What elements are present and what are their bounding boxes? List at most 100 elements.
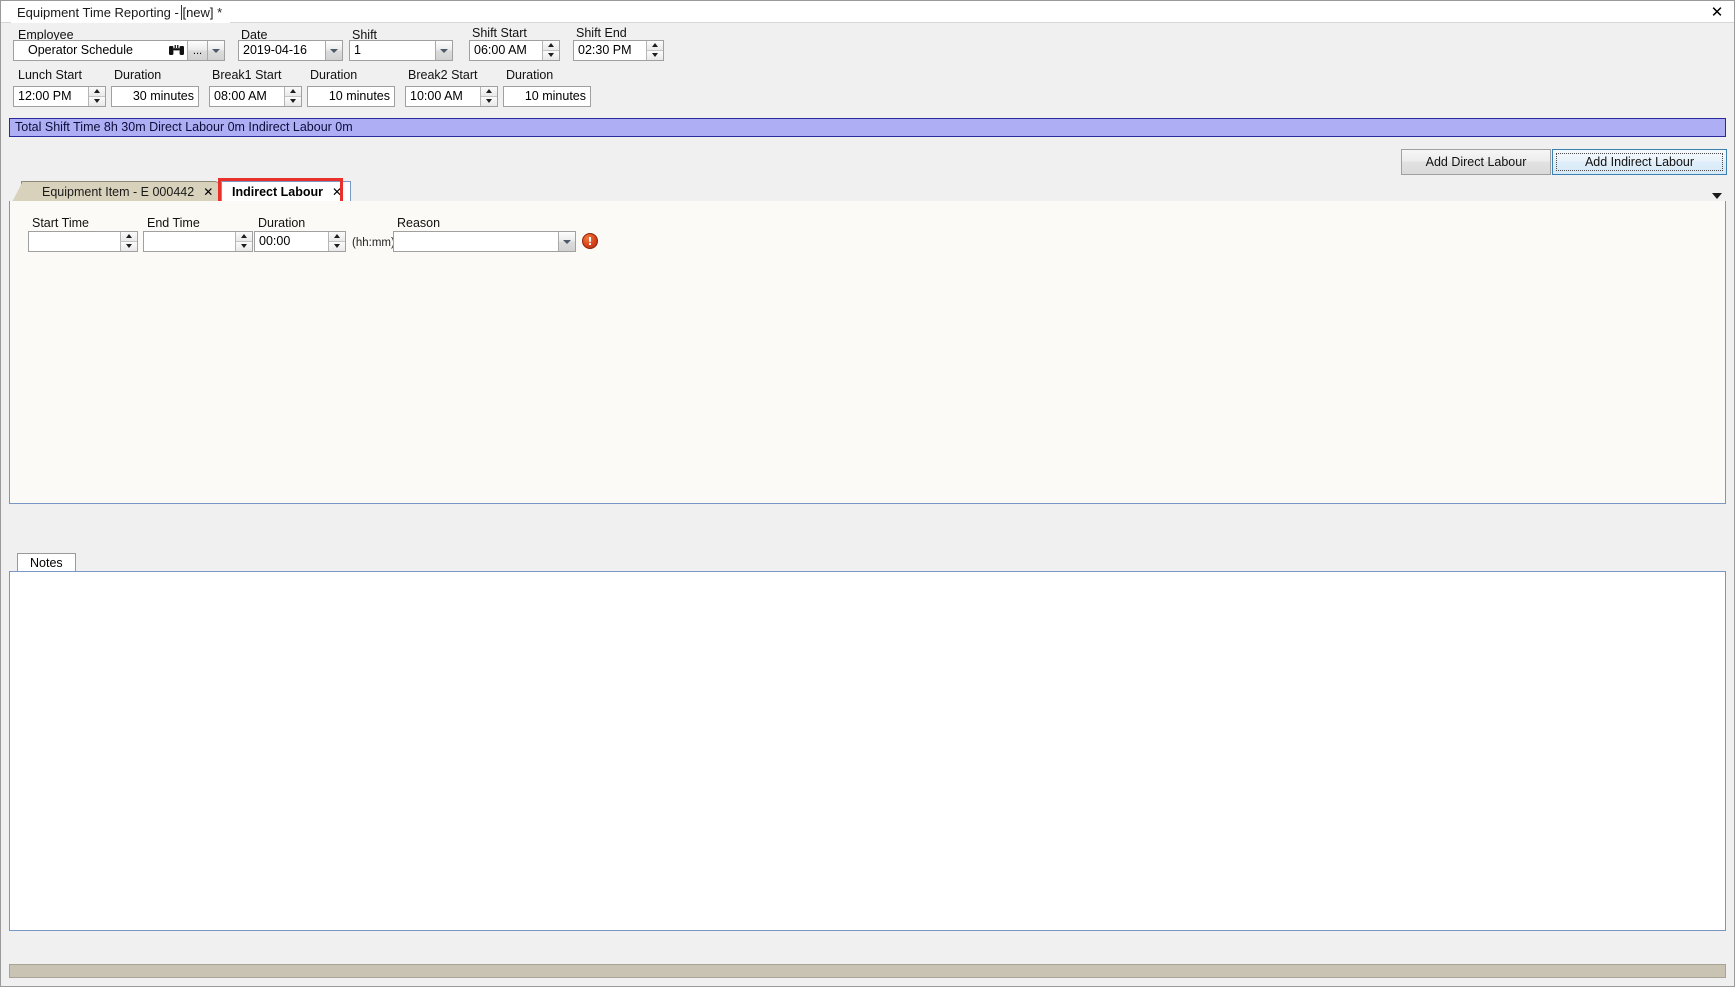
start-time-stepper[interactable] xyxy=(120,232,137,251)
stepper-down[interactable] xyxy=(89,96,105,106)
shift-start-field[interactable]: 06:00 AM xyxy=(469,40,560,61)
stepper-down[interactable] xyxy=(285,96,301,106)
error-exclamation-icon[interactable]: ! xyxy=(582,233,598,249)
duration-label: Duration xyxy=(258,216,306,230)
application-window: Equipment Time Reporting - [new] * ✕ Emp… xyxy=(0,0,1735,987)
caret-down-icon xyxy=(486,99,492,104)
start-time-input[interactable] xyxy=(29,232,120,251)
caret-up-icon xyxy=(126,234,132,239)
lunch-duration-input[interactable]: 30 minutes xyxy=(112,87,198,106)
shift-end-stepper[interactable] xyxy=(646,41,663,60)
add-direct-labour-button[interactable]: Add Direct Labour xyxy=(1401,149,1551,175)
break1-start-field[interactable]: 08:00 AM xyxy=(209,86,302,107)
employee-input[interactable]: Operator Schedule xyxy=(14,41,165,60)
start-time-label: Start Time xyxy=(32,216,89,230)
tab-indirect-labour[interactable]: Indirect Labour ✕ xyxy=(221,181,352,202)
shift-start-stepper[interactable] xyxy=(542,41,559,60)
tab-equipment-item[interactable]: Equipment Item - E 000442 ✕ xyxy=(11,181,223,202)
end-time-input[interactable] xyxy=(144,232,235,251)
employee-browse-button[interactable]: ... xyxy=(187,41,207,60)
add-indirect-labour-button[interactable]: Add Indirect Labour xyxy=(1552,149,1727,175)
window-title[interactable]: Equipment Time Reporting - [new] * xyxy=(11,3,231,23)
break2-start-label: Break2 Start xyxy=(408,68,478,82)
stepper-down[interactable] xyxy=(329,241,345,251)
stepper-up[interactable] xyxy=(481,87,497,97)
close-icon[interactable]: ✕ xyxy=(1706,2,1728,22)
stepper-down[interactable] xyxy=(121,241,137,251)
reason-input[interactable] xyxy=(394,232,558,251)
break2-start-stepper[interactable] xyxy=(480,87,497,106)
lunch-start-input[interactable]: 12:00 PM xyxy=(14,87,88,106)
stepper-down[interactable] xyxy=(543,50,559,60)
binoculars-glyph xyxy=(168,45,184,55)
tab-close-icon[interactable]: ✕ xyxy=(203,185,213,199)
caret-up-icon xyxy=(94,89,100,94)
break2-start-input[interactable]: 10:00 AM xyxy=(406,87,480,106)
break2-duration-field[interactable]: 10 minutes xyxy=(503,86,591,107)
duration-input[interactable]: 00:00 xyxy=(255,232,328,251)
stepper-up[interactable] xyxy=(89,87,105,97)
tab-close-icon[interactable]: ✕ xyxy=(332,185,342,199)
tab-notes-label: Notes xyxy=(30,555,63,570)
break1-start-stepper[interactable] xyxy=(284,87,301,106)
employee-dropdown-button[interactable] xyxy=(207,41,224,60)
stepper-up[interactable] xyxy=(236,232,252,242)
duration-stepper[interactable] xyxy=(328,232,345,251)
shift-start-label: Shift Start xyxy=(472,26,527,40)
shift-start-input[interactable]: 06:00 AM xyxy=(470,41,542,60)
stepper-down[interactable] xyxy=(236,241,252,251)
reason-dropdown-button[interactable] xyxy=(558,232,575,251)
stepper-up[interactable] xyxy=(329,232,345,242)
stepper-up[interactable] xyxy=(285,87,301,97)
status-bar xyxy=(9,964,1726,978)
shift-summary-bar: Total Shift Time 8h 30m Direct Labour 0m… xyxy=(9,118,1726,137)
chevron-down-icon xyxy=(212,48,220,53)
shift-dropdown-button[interactable] xyxy=(435,41,452,60)
employee-field[interactable]: Operator Schedule ... xyxy=(13,40,225,61)
end-time-stepper[interactable] xyxy=(235,232,252,251)
date-field[interactable]: 2019-04-16 xyxy=(238,40,343,61)
indirect-labour-panel: Start Time End Time Duration 00:00 (hh:m xyxy=(9,201,1726,504)
stepper-up[interactable] xyxy=(647,41,663,51)
break2-start-field[interactable]: 10:00 AM xyxy=(405,86,498,107)
add-direct-labour-label: Add Direct Labour xyxy=(1425,155,1527,169)
shift-end-input[interactable]: 02:30 PM xyxy=(574,41,646,60)
chevron-down-icon xyxy=(330,48,338,53)
date-input[interactable]: 2019-04-16 xyxy=(239,41,325,60)
tab-indirect-labour-label: Indirect Labour xyxy=(232,184,323,199)
tab-overflow-chevron-down-icon[interactable] xyxy=(1712,193,1722,199)
stepper-up[interactable] xyxy=(121,232,137,242)
shift-field[interactable]: 1 xyxy=(349,40,453,61)
caret-down-icon xyxy=(241,244,247,249)
tab-notes[interactable]: Notes xyxy=(17,553,76,572)
notes-textarea[interactable] xyxy=(9,571,1726,931)
stepper-up[interactable] xyxy=(543,41,559,51)
start-time-field[interactable] xyxy=(28,231,138,252)
caret-up-icon xyxy=(486,89,492,94)
end-time-field[interactable] xyxy=(143,231,253,252)
stepper-down[interactable] xyxy=(481,96,497,106)
caret-up-icon xyxy=(241,234,247,239)
break1-duration-input[interactable]: 10 minutes xyxy=(308,87,394,106)
break1-start-input[interactable]: 08:00 AM xyxy=(210,87,284,106)
end-time-label: End Time xyxy=(147,216,200,230)
notes-tab-strip: Notes xyxy=(9,553,1726,572)
chevron-down-icon xyxy=(440,48,448,53)
stepper-down[interactable] xyxy=(647,50,663,60)
binoculars-icon[interactable] xyxy=(165,41,187,60)
break1-duration-field[interactable]: 10 minutes xyxy=(307,86,395,107)
shift-end-label: Shift End xyxy=(576,26,627,40)
lunch-start-stepper[interactable] xyxy=(88,87,105,106)
duration-field[interactable]: 00:00 xyxy=(254,231,346,252)
lunch-duration-field[interactable]: 30 minutes xyxy=(111,86,199,107)
lunch-start-field[interactable]: 12:00 PM xyxy=(13,86,106,107)
title-caret xyxy=(181,5,182,20)
caret-up-icon xyxy=(290,89,296,94)
reason-field[interactable] xyxy=(393,231,576,252)
shift-input[interactable]: 1 xyxy=(350,41,435,60)
tab-strip: Equipment Item - E 000442 ✕ Indirect Lab… xyxy=(9,178,1726,205)
break2-duration-input[interactable]: 10 minutes xyxy=(504,87,590,106)
break2-duration-label: Duration xyxy=(506,68,554,82)
date-dropdown-button[interactable] xyxy=(325,41,342,60)
shift-end-field[interactable]: 02:30 PM xyxy=(573,40,664,61)
